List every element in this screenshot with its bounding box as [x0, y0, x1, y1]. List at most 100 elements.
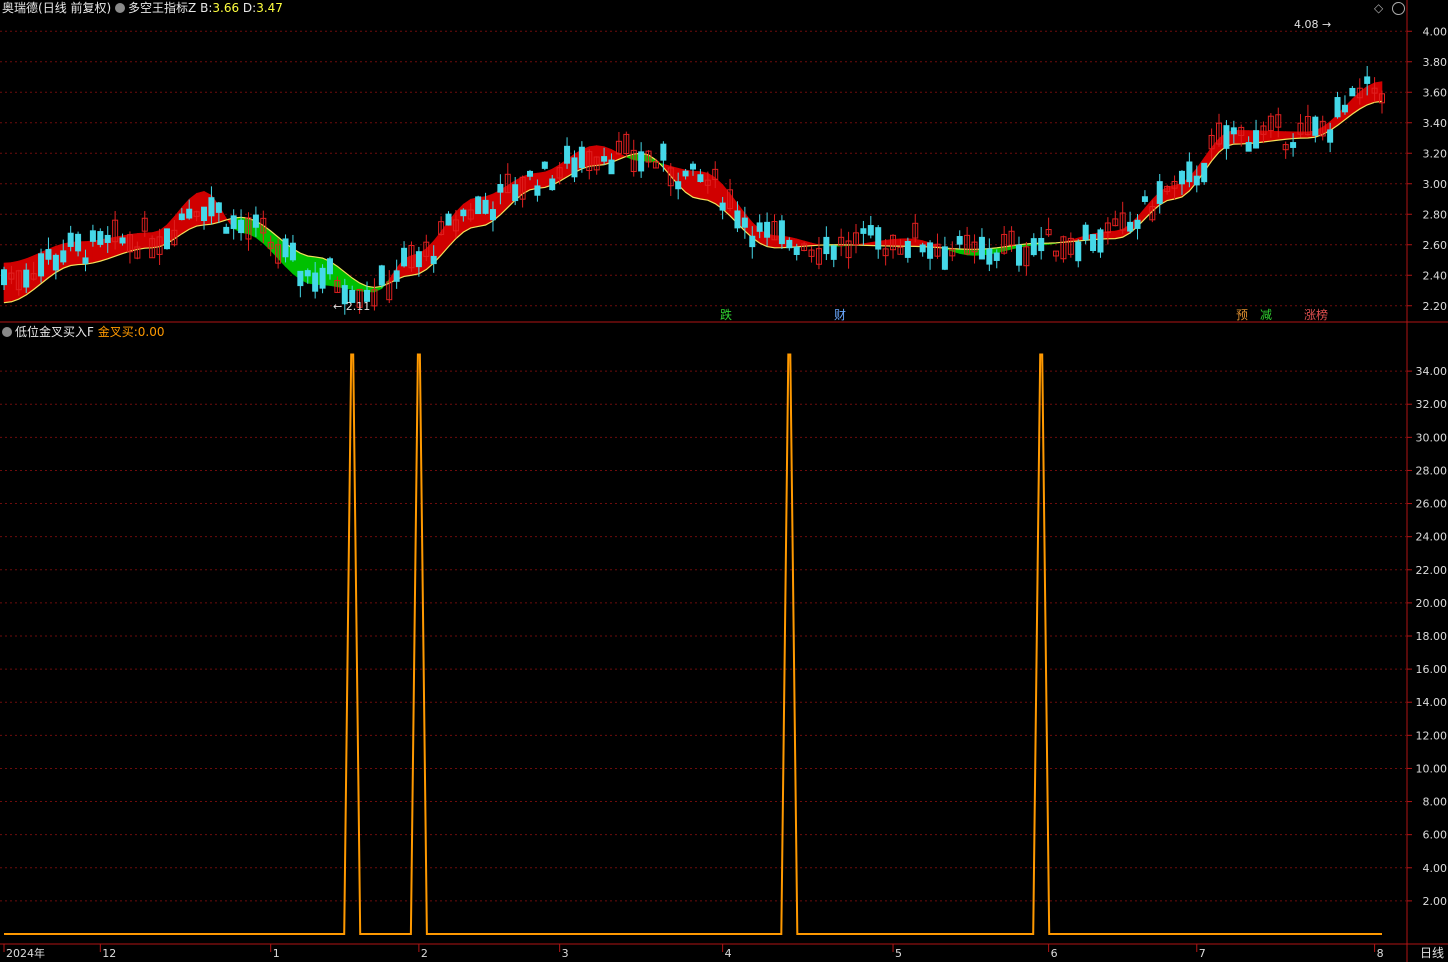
candle-body: [956, 236, 963, 245]
x-tick-label: 6: [1051, 947, 1058, 960]
candle-body: [482, 199, 489, 214]
indicator-settings-icon[interactable]: [115, 3, 126, 13]
candle-body: [38, 253, 45, 277]
candle-body: [1127, 221, 1134, 232]
candle-body: [919, 244, 926, 253]
candle-body: [186, 208, 193, 219]
main-tick-label: 2.60: [1423, 239, 1448, 252]
x-tick-label: 4: [725, 947, 732, 960]
candle-body: [978, 236, 985, 260]
candle-body: [927, 242, 934, 259]
band-segment: [966, 248, 975, 256]
main-tick-label: 2.40: [1423, 269, 1448, 282]
candle-body: [82, 257, 89, 264]
chart-canvas: 4.00 3.80 3.60 3.40 3.20 3.00 2.80 2.60 2.40 2.20…: [0, 0, 1448, 962]
candle-body: [119, 237, 126, 244]
candle-body: [541, 161, 548, 169]
main-tick-label: 3.40: [1423, 117, 1448, 130]
candle-body: [904, 240, 911, 258]
candle-body: [860, 228, 867, 234]
band-segment: [425, 240, 434, 271]
x-tick-label: 1: [273, 947, 280, 960]
sub-indicator-settings-icon[interactable]: [2, 327, 12, 337]
candle-body: [60, 250, 67, 263]
candle-body: [1193, 175, 1200, 186]
candle-body: [215, 202, 222, 213]
candle-body: [1349, 87, 1356, 97]
candle-body: [1245, 142, 1252, 152]
x-tick-label: 2: [421, 947, 428, 960]
candle-body: [697, 174, 704, 182]
main-header: 奥瑞德(日线 前复权) 多空王指标Z B:3.66 D:3.47: [2, 1, 283, 15]
candle-body: [1334, 97, 1341, 118]
candle-body: [512, 184, 519, 202]
sub-tick-label: 24.00: [1416, 531, 1448, 544]
candle-body: [430, 255, 437, 265]
sub-tick-label: 16.00: [1416, 663, 1448, 676]
sub-header: 低位金叉买入F 金叉买:0.00: [2, 325, 165, 339]
diamond-icon[interactable]: ◇: [1374, 1, 1383, 15]
candle-body: [312, 272, 319, 292]
band-segment: [122, 234, 131, 255]
main-tick-label: 3.60: [1423, 86, 1448, 99]
sub-tick-label: 4.00: [1423, 862, 1448, 875]
candle-body: [941, 246, 948, 270]
candle-body: [1290, 142, 1297, 148]
candle-body: [749, 235, 756, 248]
candle-body: [734, 210, 741, 229]
candle-body: [571, 157, 578, 178]
sub-tick-label: 2.00: [1423, 895, 1448, 908]
event-label: 涨榜: [1304, 307, 1328, 322]
candle-body: [1015, 244, 1022, 266]
band-segment: [1166, 184, 1175, 201]
candle-body: [719, 202, 726, 211]
candle-body: [475, 196, 482, 215]
candle-body: [764, 221, 771, 238]
b-value: 3.66: [212, 1, 240, 15]
event-label: 预: [1236, 308, 1248, 322]
candle-body: [793, 246, 800, 255]
indicator-name[interactable]: 多空王指标Z: [128, 1, 196, 15]
sub-tick-label: 22.00: [1416, 564, 1448, 577]
main-tick-label: 2.20: [1423, 300, 1448, 313]
candle-body: [1082, 224, 1089, 241]
candle-body: [690, 163, 696, 170]
candle-body: [1341, 104, 1348, 113]
candle-body: [319, 267, 326, 289]
candle-body: [252, 214, 259, 228]
candle-body: [682, 170, 689, 177]
series-label: 金叉买:: [97, 325, 138, 339]
sub-tick-label: 32.00: [1416, 398, 1448, 411]
sub-tick-label: 12.00: [1416, 729, 1448, 742]
sub-tick-label: 8.00: [1423, 796, 1448, 809]
band-segment: [796, 238, 805, 248]
candle-body: [823, 236, 830, 255]
main-tick-label: 3.20: [1423, 147, 1448, 160]
sub-indicator-name[interactable]: 低位金叉买入F: [15, 325, 94, 339]
main-tick-label: 3.80: [1423, 56, 1448, 69]
band-segment: [588, 145, 597, 167]
signal-line: [4, 353, 1382, 935]
period-label[interactable]: 日线: [1420, 946, 1444, 960]
sub-tick-label: 26.00: [1416, 498, 1448, 511]
band-segment: [1374, 81, 1383, 103]
candle-body: [1253, 130, 1260, 149]
candle-body: [830, 245, 837, 260]
candle-body: [415, 251, 422, 268]
candle-body: [549, 178, 556, 191]
candle-body: [238, 219, 245, 234]
candle-body: [527, 170, 534, 177]
band-segment: [1144, 198, 1153, 220]
candle-body: [1156, 181, 1163, 204]
candle-body: [208, 197, 215, 217]
sub-tick-label: 6.00: [1423, 829, 1448, 842]
x-tick-label: 3: [562, 947, 569, 960]
candle-body: [489, 209, 496, 221]
candle-body: [378, 265, 385, 286]
x-tick-label: 12: [102, 947, 116, 960]
band-segment: [1292, 131, 1301, 139]
circle-arrow-icon[interactable]: [1392, 2, 1405, 15]
candle-body: [401, 247, 408, 267]
band-segment: [1366, 82, 1375, 106]
band-segment: [144, 232, 153, 249]
